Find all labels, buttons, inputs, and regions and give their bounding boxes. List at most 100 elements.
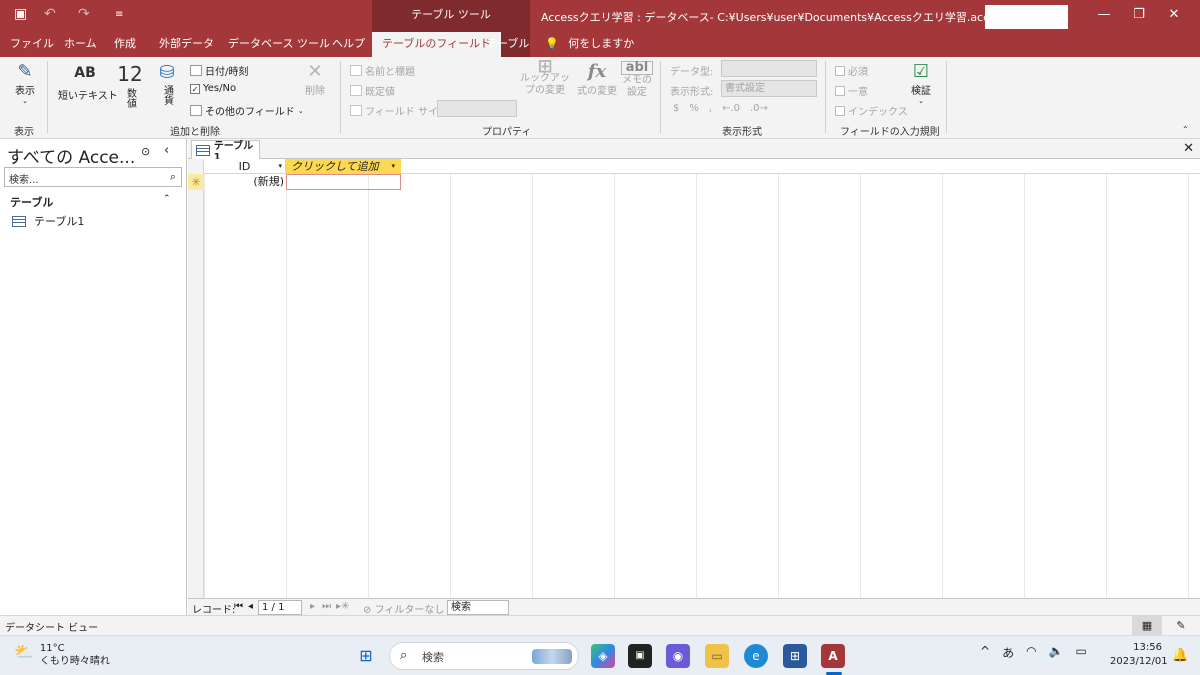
first-record-icon[interactable]: ⏮ <box>234 601 243 612</box>
nav-item-table1[interactable]: テーブル1 <box>12 213 84 229</box>
delete-button[interactable]: ✕ 削除 <box>302 61 328 97</box>
battery-icon[interactable]: ▭ <box>1076 644 1087 661</box>
dropdown-arrow-icon[interactable]: ▾ <box>391 159 395 174</box>
comma-icon[interactable]: , <box>709 103 712 114</box>
close-document-icon[interactable]: ✕ <box>1183 141 1194 156</box>
name-caption-label: 名前と標題 <box>365 67 415 78</box>
date-time-button[interactable]: 日付/時刻 <box>190 63 248 78</box>
indexed-checkbox[interactable]: インデックス <box>835 103 908 118</box>
window-title: Accessクエリ学習 : データベース- C:¥Users¥user¥Docu… <box>541 11 1007 24</box>
checkbox-icon <box>835 105 845 116</box>
short-text-button[interactable]: AB 短いテキスト <box>58 65 118 102</box>
tell-me-box[interactable]: 💡 何をしますか <box>545 32 634 57</box>
weather-widget[interactable]: ⛅ 11°C くもり時々晴れ <box>14 642 110 668</box>
dropdown-arrow-icon[interactable]: ▾ <box>278 159 282 174</box>
nav-pane-title[interactable]: すべての Acce... <box>7 143 135 168</box>
lookup-button[interactable]: ⊞ ルックアップの変更 <box>518 58 572 97</box>
volume-icon[interactable]: 🔈 <box>1049 644 1064 661</box>
filter-toggle[interactable]: ⊘ フィルターなし <box>363 601 444 616</box>
tab-database-tools[interactable]: データベース ツール <box>228 32 330 57</box>
wifi-icon[interactable]: ◠ <box>1026 644 1036 661</box>
task-view-icon[interactable]: ▣ <box>628 644 652 668</box>
memo-button[interactable]: abl メモの設定 <box>621 61 653 99</box>
search-icon[interactable]: ⌕ <box>170 170 176 184</box>
redo-icon[interactable]: ↷ <box>78 6 90 22</box>
unique-checkbox[interactable]: 一意 <box>835 83 868 98</box>
more-fields-button[interactable]: その他のフィールド ⌄ <box>190 103 304 118</box>
previous-record-icon[interactable]: ◂ <box>248 601 253 612</box>
notification-bell-icon[interactable]: 🔔 <box>1172 648 1188 663</box>
percent-icon[interactable]: % <box>689 103 699 114</box>
tab-table-fields[interactable]: テーブルのフィールド <box>372 32 502 57</box>
file-explorer-icon[interactable]: ▭ <box>705 644 729 668</box>
column-header-id[interactable]: ID ▾ <box>204 159 286 174</box>
name-caption-icon <box>350 65 362 76</box>
chevron-up-icon[interactable]: ⌃ <box>163 194 171 204</box>
document-tab-table1[interactable]: テーブル1 <box>191 140 260 163</box>
chevron-down-icon: ⌄ <box>918 97 924 105</box>
collapse-ribbon-icon[interactable]: ⌃ <box>1182 125 1189 134</box>
data-type-select[interactable] <box>721 60 817 77</box>
field-size-input[interactable] <box>437 100 517 117</box>
validate-button[interactable]: ☑ 検証 ⌄ <box>905 61 937 105</box>
default-value-button[interactable]: 既定値 <box>350 83 395 98</box>
taskbar-search[interactable]: ⌕ 検索 <box>389 642 579 670</box>
weather-text: くもり時々晴れ <box>39 656 110 667</box>
table-icon <box>196 144 210 156</box>
new-record-icon[interactable]: ▸✳ <box>336 601 349 612</box>
record-search-input[interactable]: 検索 <box>447 600 509 615</box>
name-caption-button[interactable]: 名前と標題 <box>350 63 415 78</box>
required-checkbox[interactable]: 必須 <box>835 63 868 78</box>
edge-icon[interactable]: e <box>744 644 768 668</box>
chat-icon[interactable]: ◉ <box>666 644 690 668</box>
design-view-icon[interactable]: ✎ <box>1166 616 1196 636</box>
undo-icon[interactable]: ↶ <box>44 6 56 22</box>
restore-icon[interactable]: ❐ <box>1124 5 1154 25</box>
number-button[interactable]: 12 数値 <box>117 62 143 108</box>
save-icon[interactable]: ▣ <box>14 6 27 22</box>
next-record-icon[interactable]: ▸ <box>310 601 315 612</box>
store-icon[interactable]: ⊞ <box>783 644 807 668</box>
delete-label: 削除 <box>305 86 325 97</box>
format-select[interactable]: 書式設定 <box>721 80 817 97</box>
nav-search-input[interactable]: 検索... ⌕ <box>4 167 182 187</box>
tab-home[interactable]: ホーム <box>64 32 97 57</box>
minimize-icon[interactable]: — <box>1089 5 1119 25</box>
ime-indicator[interactable]: あ <box>1002 644 1014 661</box>
customize-qat-icon[interactable]: ≡ <box>115 9 123 20</box>
new-record-star-icon[interactable]: ✳ <box>188 174 204 190</box>
datasheet-grid[interactable]: ID ▾ クリックして追加 ▾ ✳ (新規) <box>188 159 1200 598</box>
yes-no-button[interactable]: ✓ Yes/No <box>190 83 236 94</box>
nav-menu-icon[interactable]: ⊙ <box>141 145 150 158</box>
copilot-icon[interactable]: ◈ <box>591 644 615 668</box>
access-app-icon[interactable]: A <box>821 644 845 668</box>
record-position-input[interactable]: 1 / 1 <box>258 600 302 615</box>
clock[interactable]: 13:56 2023/12/01 <box>1110 641 1168 669</box>
tab-help[interactable]: ヘルプ <box>332 32 365 57</box>
tab-create[interactable]: 作成 <box>114 32 136 57</box>
tab-external-data[interactable]: 外部データ <box>159 32 214 57</box>
new-record-id-cell[interactable]: (新規) <box>204 174 286 190</box>
column-header-add[interactable]: クリックして追加 ▾ <box>286 159 401 174</box>
new-record-add-cell[interactable] <box>286 174 401 190</box>
start-icon[interactable]: ⊞ <box>354 644 378 668</box>
view-button[interactable]: ✎ 表示 ⌄ <box>10 61 40 105</box>
status-bar: データシート ビュー ▦ ✎ <box>0 615 1200 636</box>
account-box[interactable] <box>985 5 1068 29</box>
currency-format-icon[interactable]: $ <box>673 103 679 114</box>
currency-button[interactable]: ⛁ 通貨 <box>154 62 180 105</box>
record-selector-column <box>188 159 204 598</box>
increase-decimals-icon[interactable]: ←.0 <box>722 103 740 114</box>
decrease-decimals-icon[interactable]: .0→ <box>750 103 768 114</box>
tab-file[interactable]: ファイル <box>10 32 54 57</box>
tab-table[interactable]: テーブル <box>486 32 529 57</box>
shutter-bar-icon[interactable]: ‹ <box>164 143 169 158</box>
datasheet-view-icon[interactable]: ▦ <box>1132 616 1162 636</box>
expression-button[interactable]: fx 式の変更 <box>576 61 618 97</box>
chevron-up-icon[interactable]: ^ <box>980 644 990 661</box>
document-tab-bar: テーブル1 ✕ <box>188 139 1200 163</box>
number-label: 数値 <box>124 88 136 108</box>
last-record-icon[interactable]: ⏭ <box>322 601 331 612</box>
nav-group-tables[interactable]: テーブル <box>10 194 53 210</box>
close-icon[interactable]: ✕ <box>1159 5 1189 25</box>
